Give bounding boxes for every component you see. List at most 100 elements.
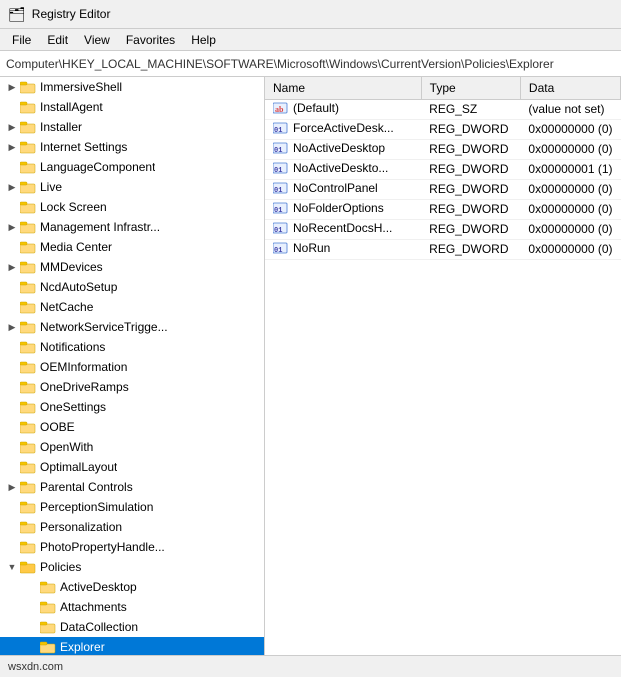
tree-item-datacollection[interactable]: DataCollection bbox=[0, 617, 264, 637]
tree-item-personalization[interactable]: Personalization bbox=[0, 517, 264, 537]
reg-type-cell: REG_DWORD bbox=[421, 199, 520, 219]
folder-icon-oeminformation bbox=[20, 360, 36, 374]
table-row[interactable]: 01 NoFolderOptionsREG_DWORD0x00000000 (0… bbox=[265, 199, 621, 219]
reg-type-cell: REG_DWORD bbox=[421, 179, 520, 199]
tree-item-optimallayout[interactable]: OptimalLayout bbox=[0, 457, 264, 477]
tree-item-oobe[interactable]: OOBE bbox=[0, 417, 264, 437]
tree-item-attachments[interactable]: Attachments bbox=[0, 597, 264, 617]
tree-item-immersiveshell[interactable]: ImmersiveShell bbox=[0, 77, 264, 97]
address-path: Computer\HKEY_LOCAL_MACHINE\SOFTWARE\Mic… bbox=[6, 57, 554, 71]
svg-text:01: 01 bbox=[274, 227, 282, 235]
svg-text:01: 01 bbox=[274, 247, 282, 255]
table-row[interactable]: 01 NoRecentDocsH...REG_DWORD0x00000000 (… bbox=[265, 219, 621, 239]
tree-item-managementinfrastr[interactable]: Management Infrastr... bbox=[0, 217, 264, 237]
tree-item-languagecomponent[interactable]: LanguageComponent bbox=[0, 157, 264, 177]
tree-item-policies[interactable]: Policies bbox=[0, 557, 264, 577]
folder-icon-policies bbox=[20, 560, 36, 574]
tree-item-mediacenter[interactable]: Media Center bbox=[0, 237, 264, 257]
svg-text:01: 01 bbox=[274, 207, 282, 215]
expand-arrow-mmdevices[interactable] bbox=[4, 262, 20, 273]
tree-label-languagecomponent: LanguageComponent bbox=[40, 160, 155, 174]
folder-icon-installagent bbox=[20, 100, 36, 114]
reg-data-cell: (value not set) bbox=[520, 99, 620, 119]
tree-item-installagent[interactable]: InstallAgent bbox=[0, 97, 264, 117]
tree-item-activedesktop[interactable]: ActiveDesktop bbox=[0, 577, 264, 597]
expand-arrow-networkservicetrigge[interactable] bbox=[4, 322, 20, 333]
table-row[interactable]: 01 NoActiveDesktо...REG_DWORD0x00000001 … bbox=[265, 159, 621, 179]
folder-icon-explorer bbox=[40, 640, 56, 654]
reg-name-cell: 01 ForceActiveDesk... bbox=[265, 119, 421, 139]
tree-panel[interactable]: ImmersiveShell InstallAgent Installer In… bbox=[0, 77, 265, 655]
menu-item-help[interactable]: Help bbox=[183, 31, 224, 49]
tree-label-attachments: Attachments bbox=[60, 600, 127, 614]
status-text: wsxdn.com bbox=[8, 661, 63, 673]
expand-arrow-parentalcontrols[interactable] bbox=[4, 482, 20, 493]
reg-name-cell: 01 NoActiveDesktо... bbox=[265, 159, 421, 179]
tree-label-mediacenter: Media Center bbox=[40, 240, 112, 254]
reg-name: NoRun bbox=[293, 241, 330, 255]
tree-item-internetsettings[interactable]: Internet Settings bbox=[0, 137, 264, 157]
table-row[interactable]: ab (Default)REG_SZ(value not set) bbox=[265, 99, 621, 119]
tree-item-oeminformation[interactable]: OEMInformation bbox=[0, 357, 264, 377]
folder-icon-networkservicetrigge bbox=[20, 320, 36, 334]
menu-item-view[interactable]: View bbox=[76, 31, 118, 49]
menu-bar: FileEditViewFavoritesHelp bbox=[0, 29, 621, 51]
table-row[interactable]: 01 NoControlPanelREG_DWORD0x00000000 (0) bbox=[265, 179, 621, 199]
reg-icon-dword: 01 NoActiveDesktop bbox=[273, 141, 385, 155]
col-data[interactable]: Data bbox=[520, 77, 620, 99]
tree-label-networkservicetrigge: NetworkServiceTrigge... bbox=[40, 320, 168, 334]
reg-name: NoControlPanel bbox=[293, 181, 378, 195]
reg-type-cell: REG_DWORD bbox=[421, 239, 520, 259]
folder-icon-live bbox=[20, 180, 36, 194]
menu-item-file[interactable]: File bbox=[4, 31, 39, 49]
folder-icon-oobe bbox=[20, 420, 36, 434]
folder-icon-openwith bbox=[20, 440, 36, 454]
folder-icon-onedriveramps bbox=[20, 380, 36, 394]
reg-type-cell: REG_DWORD bbox=[421, 159, 520, 179]
reg-name-cell: 01 NoRun bbox=[265, 239, 421, 259]
expand-arrow-immersiveshell[interactable] bbox=[4, 82, 20, 93]
tree-label-photopropertyhandle: PhotoPropertyHandle... bbox=[40, 540, 165, 554]
table-row[interactable]: 01 ForceActiveDesk...REG_DWORD0x00000000… bbox=[265, 119, 621, 139]
tree-item-explorer[interactable]: Explorer bbox=[0, 637, 264, 655]
menu-item-edit[interactable]: Edit bbox=[39, 31, 76, 49]
col-name[interactable]: Name bbox=[265, 77, 421, 99]
table-row[interactable]: 01 NoRunREG_DWORD0x00000000 (0) bbox=[265, 239, 621, 259]
reg-icon-dword: 01 NoRun bbox=[273, 241, 330, 255]
right-panel[interactable]: Name Type Data ab (Default)REG_SZ(value … bbox=[265, 77, 621, 655]
folder-icon-perceptionsimulation bbox=[20, 500, 36, 514]
app-title: Registry Editor bbox=[32, 7, 111, 21]
tree-label-mmdevices: MMDevices bbox=[40, 260, 103, 274]
reg-icon-dword: 01 NoActiveDesktо... bbox=[273, 161, 388, 175]
tree-label-ncdautosetup: NcdAutoSetup bbox=[40, 280, 117, 294]
tree-item-netcache[interactable]: NetCache bbox=[0, 297, 264, 317]
tree-item-onedriveramps[interactable]: OneDriveRamps bbox=[0, 377, 264, 397]
tree-item-live[interactable]: Live bbox=[0, 177, 264, 197]
expand-arrow-policies[interactable] bbox=[4, 562, 20, 572]
tree-item-parentalcontrols[interactable]: Parental Controls bbox=[0, 477, 264, 497]
tree-item-lockscreen[interactable]: Lock Screen bbox=[0, 197, 264, 217]
tree-item-installer[interactable]: Installer bbox=[0, 117, 264, 137]
folder-icon-installer bbox=[20, 120, 36, 134]
tree-item-notifications[interactable]: Notifications bbox=[0, 337, 264, 357]
expand-arrow-managementinfrastr[interactable] bbox=[4, 222, 20, 233]
tree-item-perceptionsimulation[interactable]: PerceptionSimulation bbox=[0, 497, 264, 517]
expand-arrow-internetsettings[interactable] bbox=[4, 142, 20, 153]
expand-arrow-live[interactable] bbox=[4, 182, 20, 193]
folder-icon-attachments bbox=[40, 600, 56, 614]
folder-icon-photopropertyhandle bbox=[20, 540, 36, 554]
tree-item-ncdautosetup[interactable]: NcdAutoSetup bbox=[0, 277, 264, 297]
tree-label-managementinfrastr: Management Infrastr... bbox=[40, 220, 160, 234]
tree-label-parentalcontrols: Parental Controls bbox=[40, 480, 133, 494]
tree-label-live: Live bbox=[40, 180, 62, 194]
folder-icon-ncdautosetup bbox=[20, 280, 36, 294]
menu-item-favorites[interactable]: Favorites bbox=[118, 31, 183, 49]
tree-item-mmdevices[interactable]: MMDevices bbox=[0, 257, 264, 277]
expand-arrow-installer[interactable] bbox=[4, 122, 20, 133]
tree-item-photopropertyhandle[interactable]: PhotoPropertyHandle... bbox=[0, 537, 264, 557]
table-row[interactable]: 01 NoActiveDesktopREG_DWORD0x00000000 (0… bbox=[265, 139, 621, 159]
col-type[interactable]: Type bbox=[421, 77, 520, 99]
tree-item-onesettings[interactable]: OneSettings bbox=[0, 397, 264, 417]
tree-item-networkservicetrigge[interactable]: NetworkServiceTrigge... bbox=[0, 317, 264, 337]
tree-item-openwith[interactable]: OpenWith bbox=[0, 437, 264, 457]
